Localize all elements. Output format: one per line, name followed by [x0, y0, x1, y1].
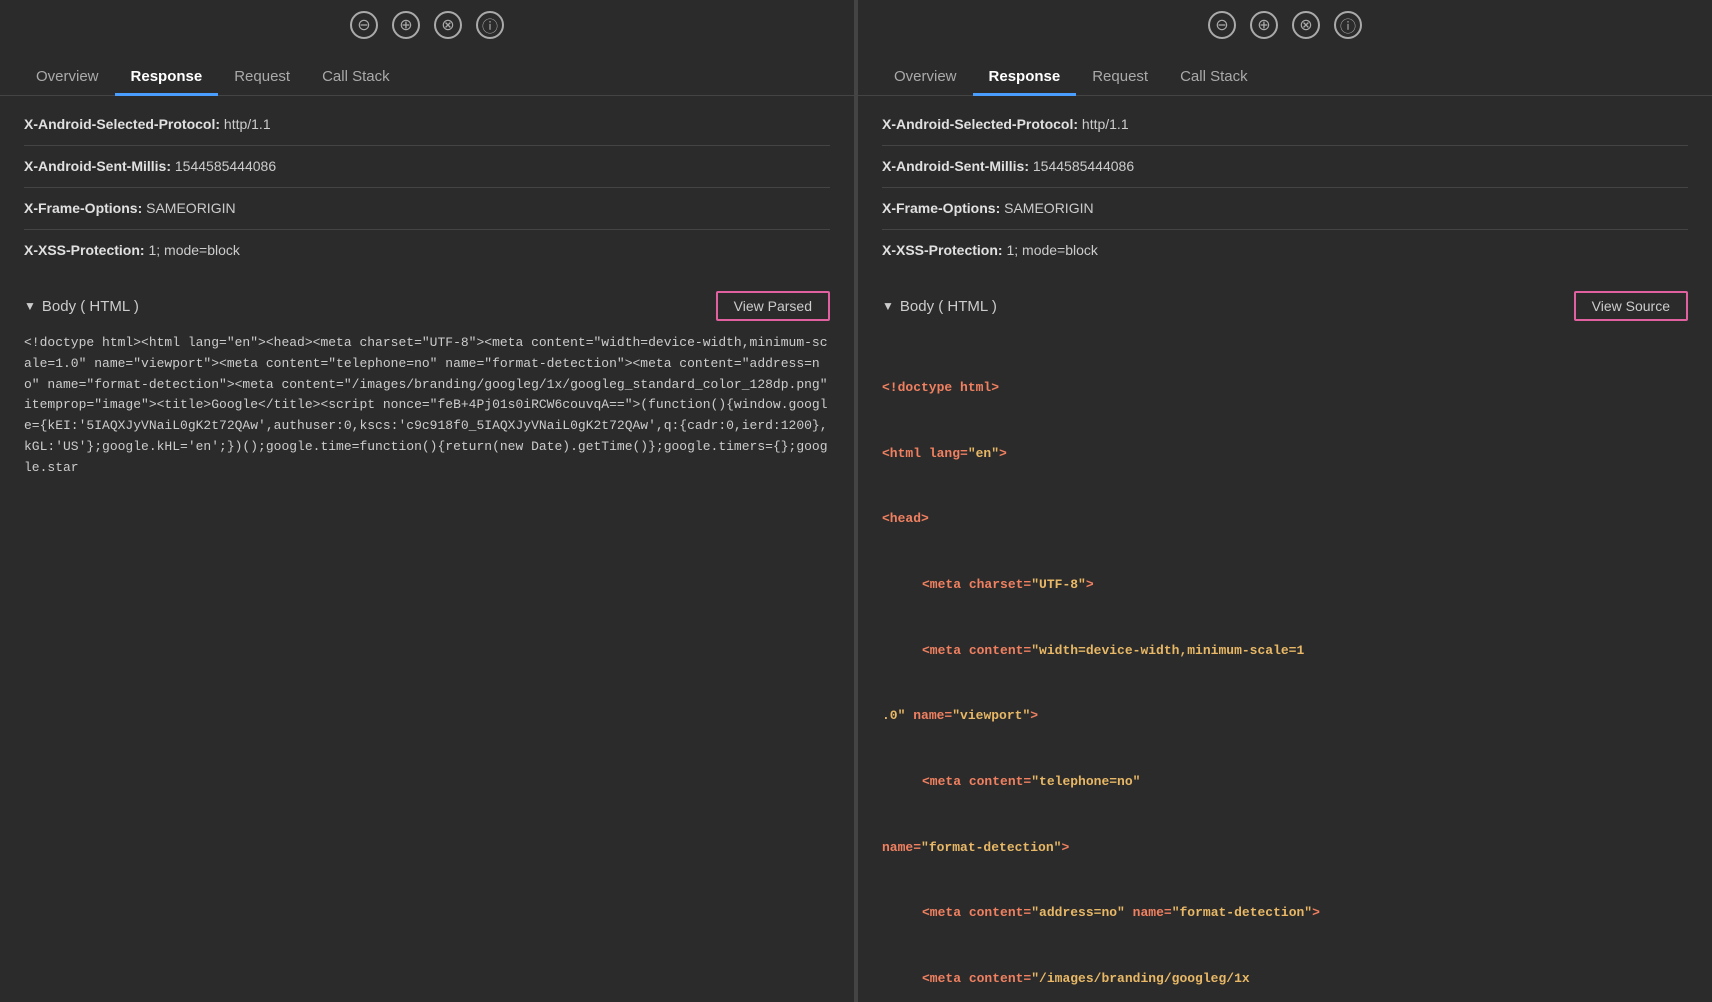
left-settings-btn[interactable]: ⓘ — [476, 11, 504, 39]
right-header-row-3: X-Frame-Options: SAMEORIGIN — [882, 192, 1688, 225]
right-window-controls: ⊖ ⊕ ⊗ ⓘ — [1208, 11, 1362, 39]
left-header-name-3: X-Frame-Options: — [24, 200, 142, 216]
right-settings-btn[interactable]: ⓘ — [1334, 11, 1362, 39]
left-expand-btn[interactable]: ⊕ — [392, 11, 420, 39]
right-expand-btn[interactable]: ⊕ — [1250, 11, 1278, 39]
left-tab-bar: Overview Response Request Call Stack — [0, 50, 854, 96]
left-headers-section: X-Android-Selected-Protocol: http/1.1 X-… — [0, 96, 854, 279]
right-tab-callstack[interactable]: Call Stack — [1164, 58, 1264, 95]
parsed-line-1: <!doctype html> — [882, 377, 1688, 398]
left-header-name-4: X-XSS-Protection: — [24, 242, 145, 258]
right-tab-bar: Overview Response Request Call Stack — [858, 50, 1712, 96]
right-header-name-1: X-Android-Selected-Protocol: — [882, 116, 1078, 132]
left-body-title: ▼ Body ( HTML ) — [24, 298, 139, 315]
parsed-line-2: <html lang="en"> — [882, 443, 1688, 464]
left-tab-request[interactable]: Request — [218, 58, 306, 95]
rsep2 — [882, 187, 1688, 188]
left-header-val-1: http/1.1 — [224, 116, 271, 132]
right-body-title-row: ▼ Body ( HTML ) View Source — [882, 291, 1688, 321]
view-parsed-button[interactable]: View Parsed — [716, 291, 830, 321]
left-header-row-4: X-XSS-Protection: 1; mode=block — [24, 234, 830, 267]
left-raw-content: <!doctype html><html lang="en"><head><me… — [24, 333, 830, 479]
right-body-section: ▼ Body ( HTML ) View Source <!doctype ht… — [858, 279, 1712, 1002]
rsep3 — [882, 229, 1688, 230]
right-tab-response[interactable]: Response — [973, 58, 1077, 95]
left-minimize-btn[interactable]: ⊖ — [350, 11, 378, 39]
left-panel: ⊖ ⊕ ⊗ ⓘ Overview Response Request Call S… — [0, 0, 854, 1002]
left-body-section: ▼ Body ( HTML ) View Parsed <!doctype ht… — [0, 279, 854, 491]
right-header-val-3: SAMEORIGIN — [1004, 200, 1093, 216]
right-body-arrow: ▼ — [882, 299, 894, 313]
right-minimize-btn[interactable]: ⊖ — [1208, 11, 1236, 39]
view-source-button[interactable]: View Source — [1574, 291, 1688, 321]
left-header-val-2: 1544585444086 — [175, 158, 276, 174]
rsep1 — [882, 145, 1688, 146]
left-panel-body: X-Android-Selected-Protocol: http/1.1 X-… — [0, 96, 854, 1002]
right-header-val-1: http/1.1 — [1082, 116, 1129, 132]
left-header-row-3: X-Frame-Options: SAMEORIGIN — [24, 192, 830, 225]
left-header-row-2: X-Android-Sent-Millis: 1544585444086 — [24, 150, 830, 183]
parsed-line-3: <head> — [882, 508, 1688, 529]
parsed-line-5b: .0" name="viewport"> — [882, 705, 1688, 726]
right-header-name-4: X-XSS-Protection: — [882, 242, 1003, 258]
parsed-line-6: <meta content="telephone=no" — [922, 771, 1688, 792]
parsed-line-5: <meta content="width=device-width,minimu… — [922, 640, 1688, 661]
right-header-row-2: X-Android-Sent-Millis: 1544585444086 — [882, 150, 1688, 183]
left-window-controls: ⊖ ⊕ ⊗ ⓘ — [350, 11, 504, 39]
right-header-val-2: 1544585444086 — [1033, 158, 1134, 174]
app-container: ⊖ ⊕ ⊗ ⓘ Overview Response Request Call S… — [0, 0, 1712, 1002]
left-header-name-2: X-Android-Sent-Millis: — [24, 158, 171, 174]
right-header-row-4: X-XSS-Protection: 1; mode=block — [882, 234, 1688, 267]
right-header-val-4: 1; mode=block — [1006, 242, 1097, 258]
parsed-line-6b: name="format-detection"> — [882, 837, 1688, 858]
sep2 — [24, 187, 830, 188]
left-top-bar: ⊖ ⊕ ⊗ ⓘ — [0, 0, 854, 50]
right-top-bar: ⊖ ⊕ ⊗ ⓘ — [858, 0, 1712, 50]
left-tab-response[interactable]: Response — [115, 58, 219, 95]
left-record-btn[interactable]: ⊗ — [434, 11, 462, 39]
right-header-name-3: X-Frame-Options: — [882, 200, 1000, 216]
left-header-row-1: X-Android-Selected-Protocol: http/1.1 — [24, 108, 830, 141]
parsed-line-8: <meta content="/images/branding/googleg/… — [922, 968, 1688, 989]
right-headers-section: X-Android-Selected-Protocol: http/1.1 X-… — [858, 96, 1712, 279]
left-header-val-4: 1; mode=block — [148, 242, 239, 258]
right-record-btn[interactable]: ⊗ — [1292, 11, 1320, 39]
right-body-title: ▼ Body ( HTML ) — [882, 298, 997, 315]
right-header-name-2: X-Android-Sent-Millis: — [882, 158, 1029, 174]
left-header-name-1: X-Android-Selected-Protocol: — [24, 116, 220, 132]
left-body-title-text: Body ( HTML ) — [42, 298, 139, 315]
right-tab-overview[interactable]: Overview — [878, 58, 973, 95]
left-tab-overview[interactable]: Overview — [20, 58, 115, 95]
left-header-val-3: SAMEORIGIN — [146, 200, 235, 216]
right-tab-request[interactable]: Request — [1076, 58, 1164, 95]
left-tab-callstack[interactable]: Call Stack — [306, 58, 406, 95]
parsed-line-4: <meta charset="UTF-8"> — [922, 574, 1688, 595]
left-body-arrow: ▼ — [24, 299, 36, 313]
right-panel: ⊖ ⊕ ⊗ ⓘ Overview Response Request Call S… — [858, 0, 1712, 1002]
right-header-row-1: X-Android-Selected-Protocol: http/1.1 — [882, 108, 1688, 141]
right-parsed-content: <!doctype html> <html lang="en"> <head> … — [882, 333, 1688, 1002]
right-body-title-text: Body ( HTML ) — [900, 298, 997, 315]
left-body-title-row: ▼ Body ( HTML ) View Parsed — [24, 291, 830, 321]
parsed-line-7: <meta content="address=no" name="format-… — [922, 902, 1688, 923]
sep3 — [24, 229, 830, 230]
sep1 — [24, 145, 830, 146]
right-panel-body: X-Android-Selected-Protocol: http/1.1 X-… — [858, 96, 1712, 1002]
